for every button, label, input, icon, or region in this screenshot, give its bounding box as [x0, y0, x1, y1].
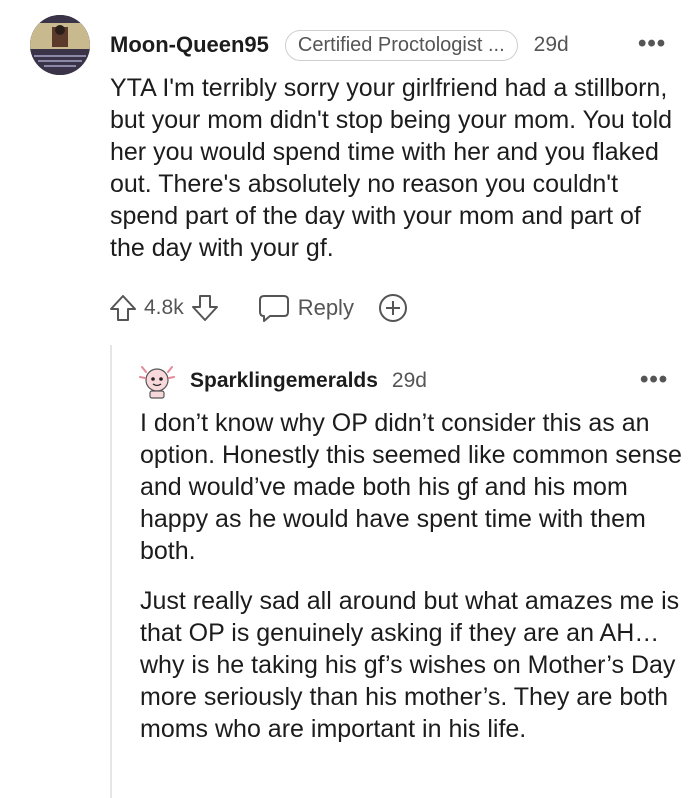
ellipsis-icon: •••: [640, 366, 669, 393]
more-options-button[interactable]: •••: [638, 30, 666, 58]
user-flair: Certified Proctologist ...: [284, 29, 518, 61]
reply-paragraph: Just really sad all around but what amaz…: [140, 587, 680, 743]
upvote-arrow-icon[interactable]: [108, 293, 138, 323]
downvote-arrow-icon[interactable]: [190, 293, 220, 323]
thread-line[interactable]: [110, 345, 112, 798]
reply-header: Sparklingemeralds 29d: [190, 366, 427, 396]
plus-circle-icon[interactable]: [378, 293, 408, 323]
comment-body: YTA I'm terribly sorry your girlfriend h…: [110, 74, 673, 262]
timestamp: 29d: [533, 33, 569, 56]
reply-timestamp: 29d: [391, 369, 427, 392]
reply-body: I don’t know why OP didn’t consider this…: [140, 407, 685, 763]
reply-username[interactable]: Sparklingemeralds: [190, 369, 378, 393]
reply-avatar[interactable]: [139, 362, 175, 400]
reply-paragraph: I don’t know why OP didn’t consider this…: [140, 409, 682, 565]
vote-count: 4.8k: [144, 296, 184, 319]
avatar[interactable]: [30, 15, 90, 75]
reply-button[interactable]: Reply: [258, 293, 354, 323]
ellipsis-icon: •••: [638, 30, 667, 57]
username[interactable]: Moon-Queen95: [110, 32, 269, 58]
reply-label: Reply: [297, 295, 354, 320]
reply-more-options-button[interactable]: •••: [640, 366, 668, 394]
comment-actions: 4.8k Reply: [108, 290, 408, 326]
speech-bubble-icon: [258, 293, 290, 323]
comment-header: Moon-Queen95 Certified Proctologist ... …: [110, 28, 569, 62]
